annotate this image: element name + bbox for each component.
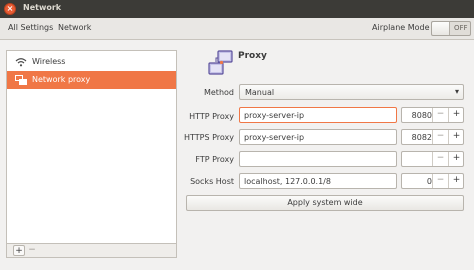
sidebar-item-label: Wireless [32,57,66,66]
all-settings-button[interactable]: All Settings [8,23,53,32]
ftp-proxy-label: FTP Proxy [195,155,234,164]
http-port-decrement[interactable]: − [432,108,448,122]
ftp-port-spinner[interactable]: − + [401,151,464,167]
https-port-spinner[interactable]: 8082 − + [401,129,464,145]
device-list: Wireless Network proxy [6,50,177,258]
http-proxy-label: HTTP Proxy [189,112,234,121]
socks-port-increment[interactable]: + [448,174,464,188]
page-title: Proxy [238,51,267,61]
network-proxy-icon [15,75,27,85]
add-connection-button[interactable]: + [13,245,25,256]
network-proxy-icon [207,49,235,77]
http-port-spinner[interactable]: 8080 − + [401,107,464,123]
sidebar-item-network-proxy[interactable]: Network proxy [7,71,176,89]
socks-host-input[interactable] [240,174,396,188]
http-proxy-field[interactable] [239,107,397,123]
wifi-icon [15,57,27,67]
socks-port-spinner[interactable]: 0 − + [401,173,464,189]
socks-host-label: Socks Host [190,177,234,186]
switch-knob[interactable] [432,22,450,35]
breadcrumb-current: Network [58,23,92,32]
sidebar-item-wireless[interactable]: Wireless [7,53,176,71]
header-bar: All Settings Network Airplane Mode OFF [0,18,474,40]
window-title: Network [23,3,62,12]
http-port-increment[interactable]: + [448,108,464,122]
https-port-value[interactable]: 8082 [402,133,432,142]
method-dropdown[interactable]: Manual ▾ [239,84,464,100]
https-proxy-field[interactable] [239,129,397,145]
close-button[interactable]: × [4,3,16,15]
https-port-decrement[interactable]: − [432,130,448,144]
https-port-increment[interactable]: + [448,130,464,144]
socks-host-field[interactable] [239,173,397,189]
https-proxy-label: HTTPS Proxy [183,133,234,142]
ftp-proxy-input[interactable] [240,152,396,166]
ftp-port-decrement[interactable]: − [432,152,448,166]
device-list-toolbar: + − [6,243,177,258]
switch-state-text: OFF [454,24,468,32]
socks-port-decrement[interactable]: − [432,174,448,188]
http-proxy-input[interactable] [240,108,396,122]
method-value: Manual [245,88,275,97]
airplane-mode-switch[interactable]: OFF [431,21,471,36]
remove-connection-button[interactable]: − [26,245,38,256]
apply-system-wide-button[interactable]: Apply system wide [186,195,464,211]
socks-port-value[interactable]: 0 [402,177,432,186]
title-bar: × Network [0,0,474,18]
https-proxy-input[interactable] [240,130,396,144]
method-label: Method [203,88,234,97]
chevron-down-icon: ▾ [454,87,459,96]
ftp-port-increment[interactable]: + [448,152,464,166]
sidebar-item-label: Network proxy [32,75,91,84]
airplane-mode-label: Airplane Mode [372,23,430,32]
http-port-value[interactable]: 8080 [402,111,432,120]
ftp-proxy-field[interactable] [239,151,397,167]
